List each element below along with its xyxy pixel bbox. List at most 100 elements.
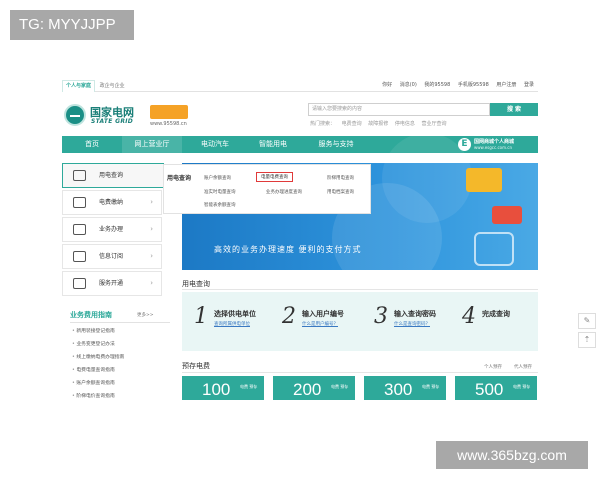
mall-url: www.esgcc.com.cn <box>474 145 513 150</box>
coin-icon <box>73 197 86 208</box>
tile-amount: 500 <box>475 380 504 399</box>
tab-enterprise[interactable]: 政企与企业 <box>97 81 128 92</box>
divider <box>182 372 538 373</box>
greeting: 你好 <box>382 82 393 88</box>
tab-personal[interactable]: 个人与家庭 <box>62 80 96 92</box>
nav-support[interactable]: 服务与支持 <box>304 136 368 153</box>
link-mobile[interactable]: 手机版95598 <box>458 82 489 88</box>
banner-decoration <box>382 133 472 223</box>
sidebar-item-subscribe[interactable]: 信息订阅 › <box>62 244 162 269</box>
hot-word[interactable]: 电费查询 <box>342 121 362 127</box>
step-label: 输入查询密码 <box>394 310 436 318</box>
top-strip: 个人与家庭 政企与企业 你好 消息(0) 我的95598 手机版95598 用户… <box>62 80 538 92</box>
step-label: 输入用户编号 <box>302 310 344 318</box>
banner-slogan: 高效的业务办理速度 便利的支付方式 <box>214 245 362 254</box>
chevron-right-icon: › <box>150 225 153 233</box>
prepay-tile-100[interactable]: 100 电费 预存 <box>182 376 264 400</box>
section-title-query: 用电查询 <box>182 280 210 288</box>
chevron-right-icon: › <box>150 252 153 260</box>
link-my95598[interactable]: 我的95598 <box>424 82 450 88</box>
phone-icon <box>474 232 514 266</box>
prepay-tile-300[interactable]: 300 电费 预存 <box>364 376 446 400</box>
usage-query-dropdown: 用电查询 账户余额查询 电量电费查询 阶梯用电查询 准实时电量查询 业务办理进度… <box>163 164 371 214</box>
nav-home[interactable]: 首页 <box>62 136 122 153</box>
hot-words: 热门搜索： 电费查询 故障报修 停电信息 营业厅查询 <box>310 120 451 127</box>
sidebar-item-label: 服务开通 <box>99 280 124 287</box>
top-icon[interactable]: ⇡ <box>578 332 596 348</box>
nav-ev[interactable]: 电动汽车 <box>186 136 244 153</box>
sidebar-item-label: 信息订阅 <box>99 253 124 260</box>
step-help-link[interactable]: 查询所属供电单位 <box>214 321 250 327</box>
chevron-right-icon: › <box>150 279 153 287</box>
step-number: 1 <box>194 304 208 329</box>
guide-item[interactable]: 电费电量查询指南 <box>72 366 114 373</box>
top-user-links: 你好 消息(0) 我的95598 手机版95598 用户注册 登录 <box>376 80 534 91</box>
watermark-tag: TG: MYYJJPP <box>10 10 134 40</box>
search-button[interactable]: 搜 索 <box>490 103 538 116</box>
divider <box>182 289 538 290</box>
query-steps: 1 选择供电单位 查询所属供电单位 2 输入用户编号 什么是用户编号？ 3 输入… <box>182 292 538 351</box>
watermark-site: www.365bzg.com <box>436 441 588 469</box>
step-label: 完成查询 <box>482 310 510 318</box>
link-personal-prepay[interactable]: 个人预存 <box>484 364 502 370</box>
step-help-link[interactable]: 什么是查询密码？ <box>394 321 430 327</box>
link-proxy-prepay[interactable]: 代人预存 <box>514 364 532 370</box>
guide-item[interactable]: 新用装接登记指南 <box>72 327 114 334</box>
guide-title: 业务费用指南 <box>70 311 112 319</box>
step-number: 2 <box>282 304 296 329</box>
sidebar-item-usage-query[interactable]: 用电查询 <box>62 163 164 188</box>
sidebar-item-label: 电费缴纳 <box>99 199 124 206</box>
dropdown-link[interactable]: 账户余额查询 <box>204 175 231 181</box>
prepay-tile-500[interactable]: 500 电费 预存 <box>455 376 537 400</box>
guide-item[interactable]: 账户余额查询指南 <box>72 379 114 386</box>
dropdown-link[interactable]: 用电档案查询 <box>327 189 354 195</box>
step-number: 4 <box>462 304 476 329</box>
guide-item[interactable]: 阶梯电价查询指南 <box>72 392 114 399</box>
step-help-link[interactable]: 什么是用户编号？ <box>302 321 338 327</box>
tile-amount: 200 <box>293 380 322 399</box>
chevron-right-icon: › <box>150 198 153 206</box>
nav-smart[interactable]: 智能用电 <box>244 136 302 153</box>
link-register[interactable]: 用户注册 <box>496 82 516 88</box>
promo-badge[interactable] <box>150 105 188 119</box>
link-login[interactable]: 登录 <box>524 82 534 88</box>
section-title-prepay: 预存电费 <box>182 362 210 370</box>
mall-title[interactable]: 国网商城个人商城 <box>474 138 514 145</box>
nav-online-hall[interactable]: 网上营业厅 <box>122 136 182 153</box>
guide-more-link[interactable]: 更多>> <box>137 312 154 318</box>
dropdown-link-bill-query[interactable]: 电量电费查询 <box>256 172 293 182</box>
dropdown-link[interactable]: 阶梯用电查询 <box>327 175 354 181</box>
hot-word[interactable]: 停电信息 <box>395 121 415 127</box>
sidebar-item-business[interactable]: 业务办理 › <box>62 217 162 242</box>
tile-unit: 电费 预存 <box>240 384 258 389</box>
hot-word[interactable]: 营业厅查询 <box>421 121 446 127</box>
sidebar-item-pay[interactable]: 电费缴纳 › <box>62 190 162 215</box>
bank-card-icon <box>466 168 502 192</box>
dropdown-link[interactable]: 准实时电量查询 <box>204 189 236 195</box>
search-icon <box>73 170 86 181</box>
guide-item[interactable]: 线上缴纳电费办理指南 <box>72 353 124 360</box>
badge-url: www.95598.cn <box>150 121 187 127</box>
divider <box>70 322 170 323</box>
screen-icon <box>492 206 522 224</box>
hot-word[interactable]: 故障报修 <box>368 121 388 127</box>
sidebar-item-label: 业务办理 <box>99 226 124 233</box>
check-icon <box>73 278 86 289</box>
search-input[interactable]: 请输入您要搜索的内容 <box>308 103 490 116</box>
step-number: 3 <box>374 304 388 329</box>
step-label: 选择供电单位 <box>214 310 256 318</box>
document-icon <box>73 224 86 235</box>
link-messages[interactable]: 消息(0) <box>400 82 417 88</box>
prepay-tile-200[interactable]: 200 电费 预存 <box>273 376 355 400</box>
hot-label: 热门搜索： <box>310 121 336 127</box>
sidebar-item-activate[interactable]: 服务开通 › <box>62 271 162 296</box>
tile-unit: 电费 预存 <box>331 384 349 389</box>
guide-item[interactable]: 业务变更登记办法 <box>72 340 114 347</box>
tile-unit: 电费 预存 <box>513 384 531 389</box>
tile-amount: 100 <box>202 380 231 399</box>
state-grid-logo-icon[interactable] <box>64 104 86 126</box>
prepay-tiles: 100 电费 预存 200 电费 预存 300 电费 预存 500 电费 预存 <box>182 376 538 400</box>
edit-icon[interactable]: ✎ <box>578 313 596 329</box>
dropdown-link[interactable]: 业务办理进度查询 <box>266 189 302 195</box>
dropdown-link[interactable]: 智能表余额查询 <box>204 202 236 208</box>
